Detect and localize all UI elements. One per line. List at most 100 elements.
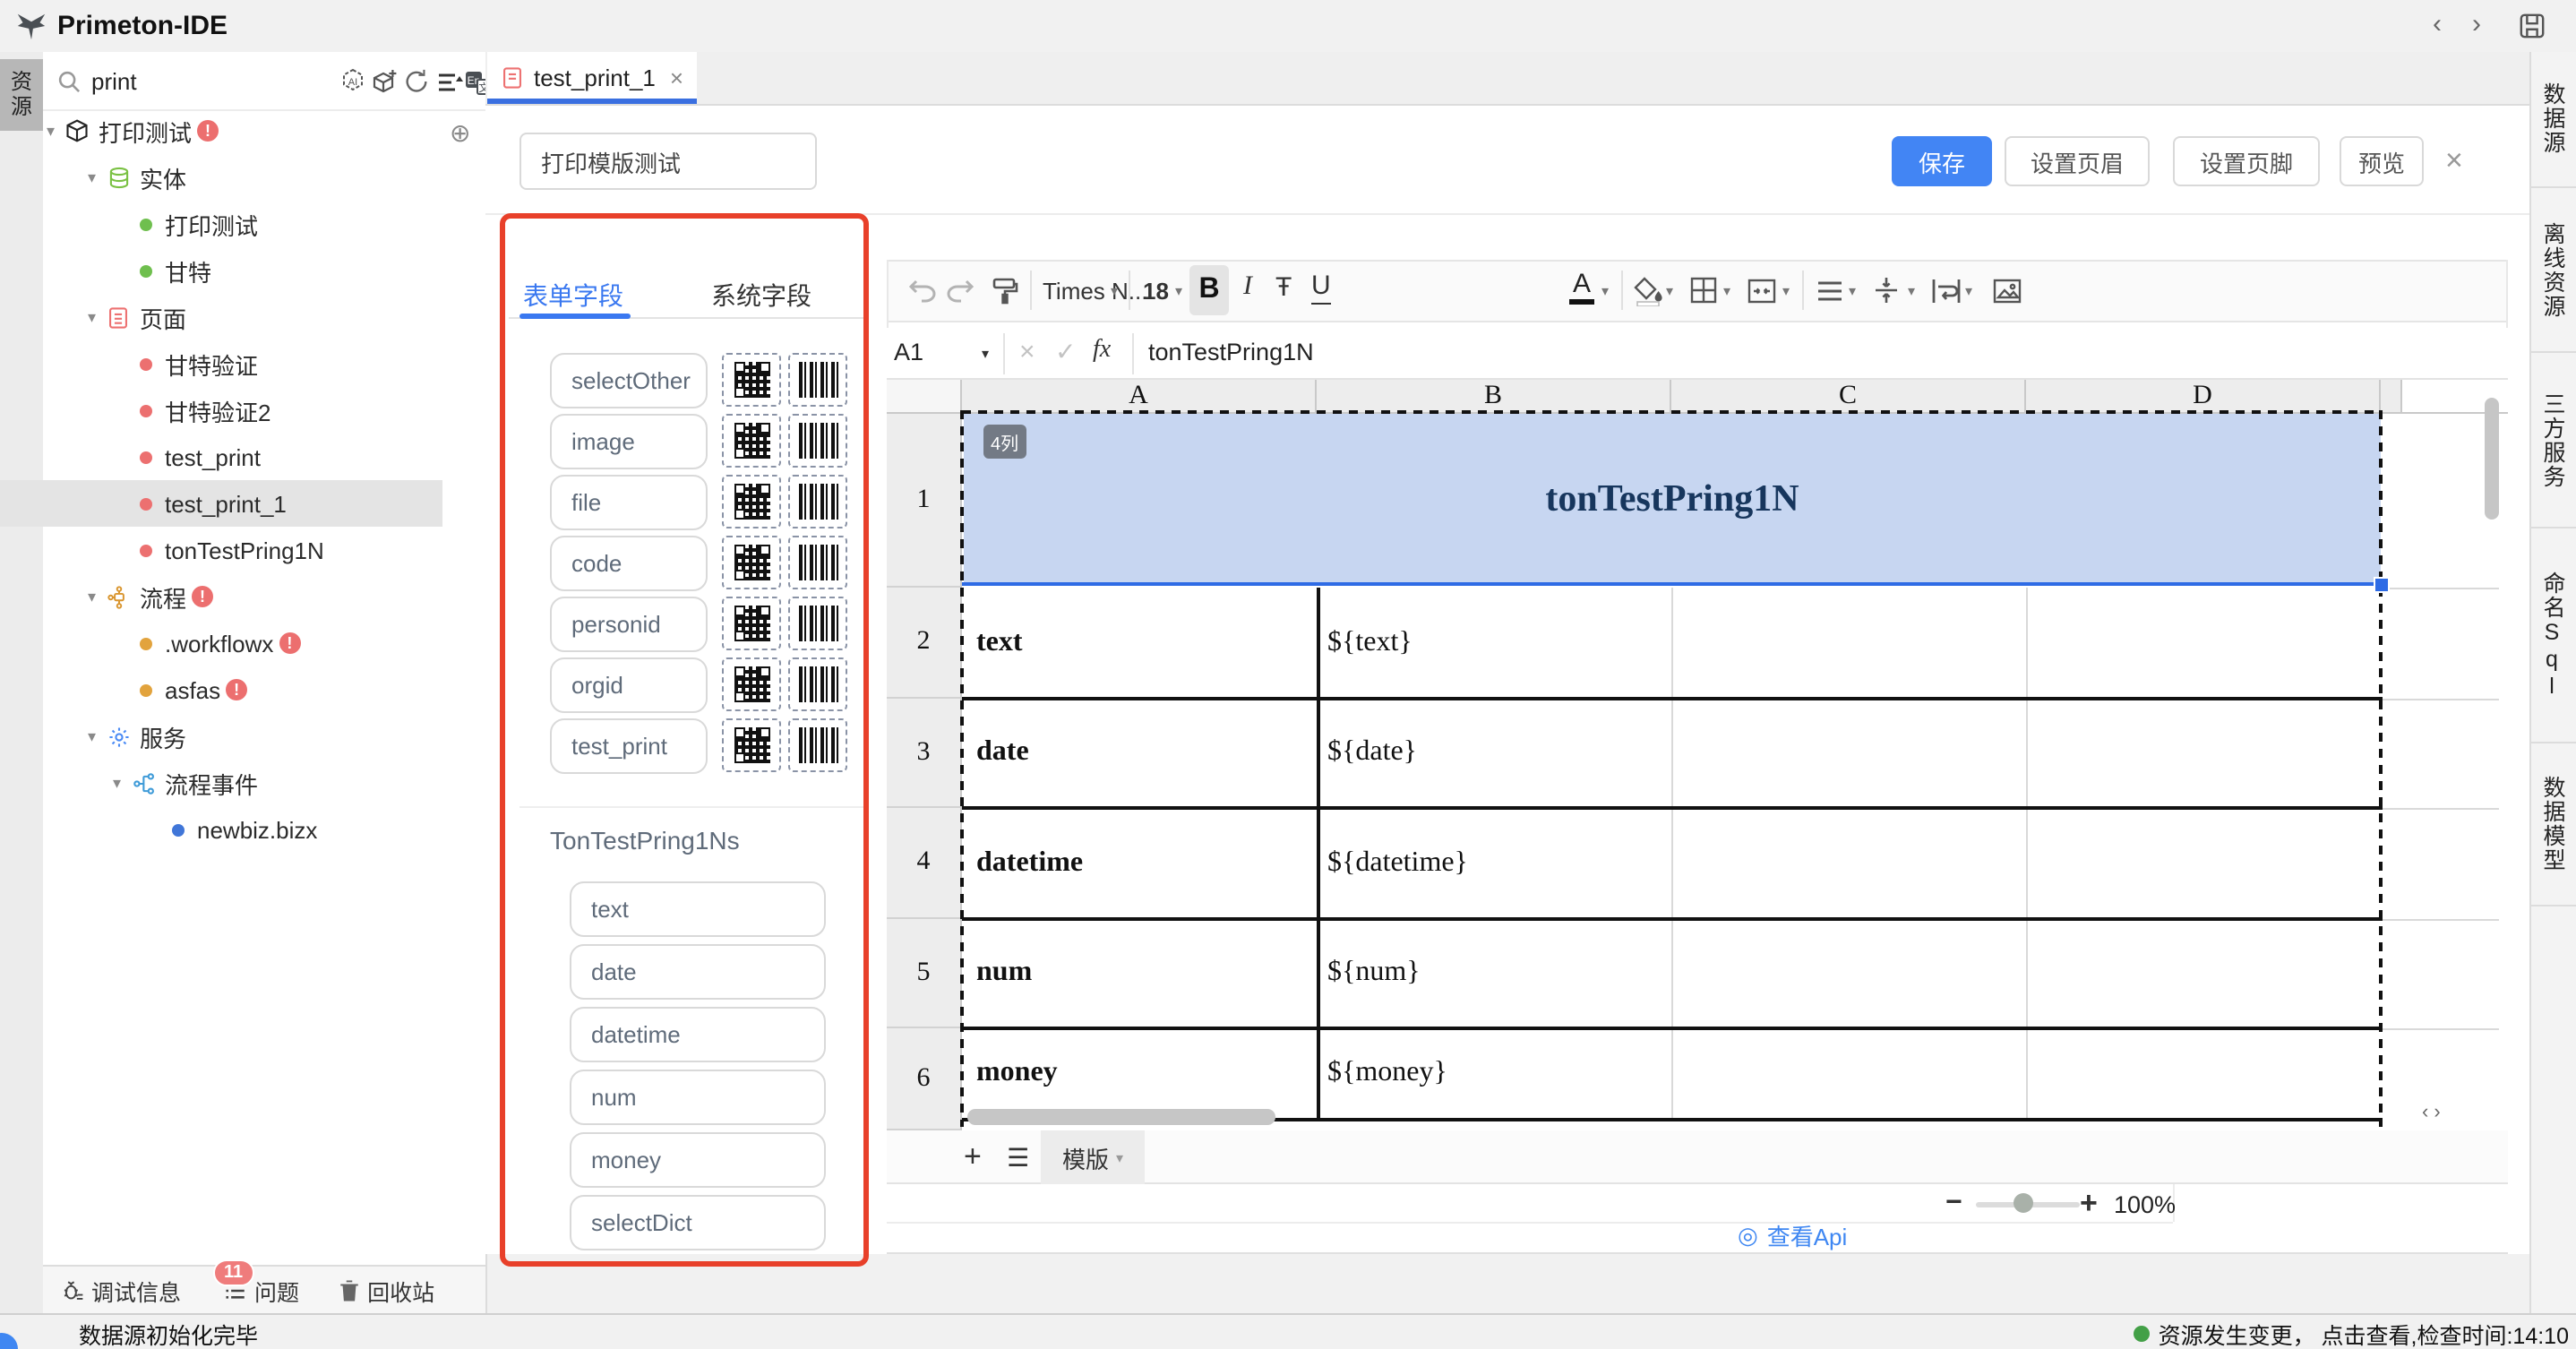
- chevron-down-icon[interactable]: ▾: [1908, 283, 1915, 299]
- tree-item-entities[interactable]: ▾ 实体: [0, 154, 442, 201]
- tree-item-services[interactable]: ▾ 服务: [0, 713, 442, 760]
- chevron-down-icon[interactable]: ▾: [982, 346, 989, 362]
- save-button[interactable]: 保存: [1892, 136, 1992, 186]
- column-header-c[interactable]: C: [1671, 380, 2026, 414]
- chevron-down-icon[interactable]: ▾: [1723, 283, 1730, 299]
- chevron-down-icon[interactable]: ▾: [1849, 283, 1856, 299]
- format-painter-icon[interactable]: [987, 272, 1023, 308]
- ai-assistant-icon[interactable]: AI: [337, 66, 367, 97]
- zoom-out-button[interactable]: −: [1945, 1188, 1962, 1220]
- chevron-down-icon[interactable]: ▾: [1116, 1149, 1123, 1165]
- tree-item-processes[interactable]: ▾ 流程 !: [0, 573, 442, 620]
- tree-item-asfas[interactable]: asfas !: [0, 666, 442, 713]
- chevron-down-icon[interactable]: ▾: [1601, 283, 1609, 299]
- add-sheet-icon[interactable]: +: [964, 1139, 982, 1175]
- tab-close-icon[interactable]: ×: [670, 64, 683, 90]
- cell-b4[interactable]: ${datetime}: [1327, 808, 1468, 917]
- template-name-input[interactable]: 打印模版测试: [519, 133, 817, 190]
- selection-fill-handle[interactable]: [2374, 577, 2390, 593]
- cell-a3[interactable]: date: [976, 699, 1029, 806]
- tree-item-page-tontestpring1n[interactable]: tonTestPring1N: [0, 527, 442, 573]
- refresh-icon[interactable]: [401, 66, 432, 97]
- merge-cells-icon[interactable]: [1743, 272, 1779, 308]
- sort-list-icon[interactable]: [434, 66, 464, 97]
- chevron-down-icon[interactable]: ▾: [1782, 283, 1790, 299]
- tree-item-newbiz[interactable]: newbiz.bizx: [0, 806, 442, 853]
- chevron-down-icon[interactable]: ▾: [1965, 283, 1972, 299]
- column-header-a[interactable]: A: [962, 380, 1317, 414]
- italic-button[interactable]: I: [1243, 272, 1252, 303]
- debug-info-button[interactable]: 调试信息: [61, 1273, 181, 1307]
- bold-button[interactable]: B: [1189, 265, 1229, 315]
- chevron-down-icon[interactable]: ▾: [88, 726, 106, 746]
- editor-close-icon[interactable]: ×: [2445, 143, 2463, 179]
- chevron-down-icon[interactable]: ▾: [88, 168, 106, 187]
- rail-tab-named-sql[interactable]: 命名Sql: [2529, 528, 2576, 743]
- rail-tab-data-model[interactable]: 数据模型: [2529, 743, 2576, 906]
- scroll-right-icon[interactable]: ›: [2434, 1102, 2440, 1123]
- set-header-button[interactable]: 设置页眉: [2005, 136, 2150, 186]
- column-header-d[interactable]: D: [2026, 380, 2381, 414]
- redo-icon[interactable]: [942, 272, 978, 308]
- row-header-5[interactable]: 5: [887, 919, 962, 1028]
- search-input[interactable]: print: [91, 67, 137, 94]
- chevron-down-icon[interactable]: ▾: [47, 121, 64, 141]
- cell-b3[interactable]: ${date}: [1327, 699, 1417, 806]
- tree-item-process-events[interactable]: ▾ 流程事件: [0, 760, 442, 806]
- locate-icon[interactable]: ⊕: [450, 118, 470, 149]
- fx-icon[interactable]: fx: [1093, 337, 1111, 365]
- resource-change-notice[interactable]: 资源发生变更， 点击查看,检查时间:14:10: [2134, 1316, 2569, 1349]
- row-header-6[interactable]: 6: [887, 1028, 962, 1130]
- strikethrough-button[interactable]: Ŧ: [1275, 272, 1292, 303]
- row-header-1[interactable]: 1: [887, 414, 962, 588]
- chevron-down-icon[interactable]: ▾: [113, 773, 131, 793]
- rail-tab-offline-resources[interactable]: 离线资源: [2529, 188, 2576, 353]
- row-header-3[interactable]: 3: [887, 699, 962, 808]
- tab-test-print-1[interactable]: test_print_1 ×: [487, 52, 697, 102]
- view-api-link[interactable]: ◎ 查看Api: [1738, 1218, 1847, 1252]
- tree-item-page-ganttcheck[interactable]: 甘特验证: [0, 340, 442, 387]
- vertical-scrollbar[interactable]: [2485, 398, 2499, 520]
- vertical-align-icon[interactable]: [1868, 272, 1904, 308]
- tree-item-project[interactable]: ▾ 打印测试 !: [0, 107, 442, 154]
- chevron-down-icon[interactable]: ▾: [1175, 283, 1182, 299]
- new-module-icon[interactable]: [369, 66, 399, 97]
- cell-a5[interactable]: num: [976, 919, 1032, 1027]
- cell-reference[interactable]: A1: [894, 339, 923, 365]
- tree-item-pages[interactable]: ▾ 页面: [0, 294, 442, 340]
- tree-item-entity-gantt[interactable]: 甘特: [0, 247, 442, 294]
- set-footer-button[interactable]: 设置页脚: [2173, 136, 2320, 186]
- tree-item-workflowx[interactable]: .workflowx !: [0, 620, 442, 666]
- chevron-down-icon[interactable]: ▾: [1666, 283, 1673, 299]
- tree-item-page-test-print-1[interactable]: test_print_1: [0, 480, 442, 527]
- undo-icon[interactable]: [905, 272, 940, 308]
- rail-tab-thirdparty-services[interactable]: 三方服务: [2529, 353, 2576, 528]
- nav-back-icon[interactable]: ‹: [2433, 11, 2442, 38]
- cell-a6[interactable]: money: [976, 1028, 1058, 1118]
- underline-button[interactable]: U: [1311, 272, 1331, 304]
- horizontal-scrollbar[interactable]: [967, 1109, 1275, 1125]
- sheet-tab-template[interactable]: 模版 ▾: [1041, 1130, 1145, 1184]
- zoom-slider-thumb[interactable]: [2014, 1193, 2033, 1213]
- cell-a4[interactable]: datetime: [976, 808, 1083, 917]
- insert-image-icon[interactable]: [1988, 272, 2024, 308]
- cell-b2[interactable]: ${text}: [1327, 588, 1413, 697]
- chevron-down-icon[interactable]: ▾: [88, 587, 106, 606]
- cell-b5[interactable]: ${num}: [1327, 919, 1421, 1027]
- tree-item-entity-print-test[interactable]: 打印测试: [0, 201, 442, 247]
- horizontal-align-icon[interactable]: [1811, 272, 1847, 308]
- grid-corner[interactable]: [887, 380, 962, 414]
- formula-input[interactable]: tonTestPring1N: [1148, 339, 1314, 365]
- chevron-down-icon[interactable]: ▾: [88, 307, 106, 327]
- row-header-2[interactable]: 2: [887, 588, 962, 699]
- cell-a2[interactable]: text: [976, 588, 1023, 697]
- rail-tab-datasource[interactable]: 数据源: [2529, 52, 2576, 188]
- chevron-down-icon[interactable]: ▾: [1111, 283, 1118, 299]
- tree-item-page-test-print[interactable]: test_print: [0, 434, 442, 480]
- column-header-b[interactable]: B: [1317, 380, 1671, 414]
- tree-item-page-ganttcheck2[interactable]: 甘特验证2: [0, 387, 442, 434]
- recycle-bin-button[interactable]: 回收站: [339, 1273, 434, 1307]
- zoom-in-button[interactable]: +: [2080, 1186, 2098, 1222]
- merged-cell-a1[interactable]: tonTestPring1N: [964, 414, 2381, 584]
- formula-cancel-icon[interactable]: ×: [1019, 337, 1035, 367]
